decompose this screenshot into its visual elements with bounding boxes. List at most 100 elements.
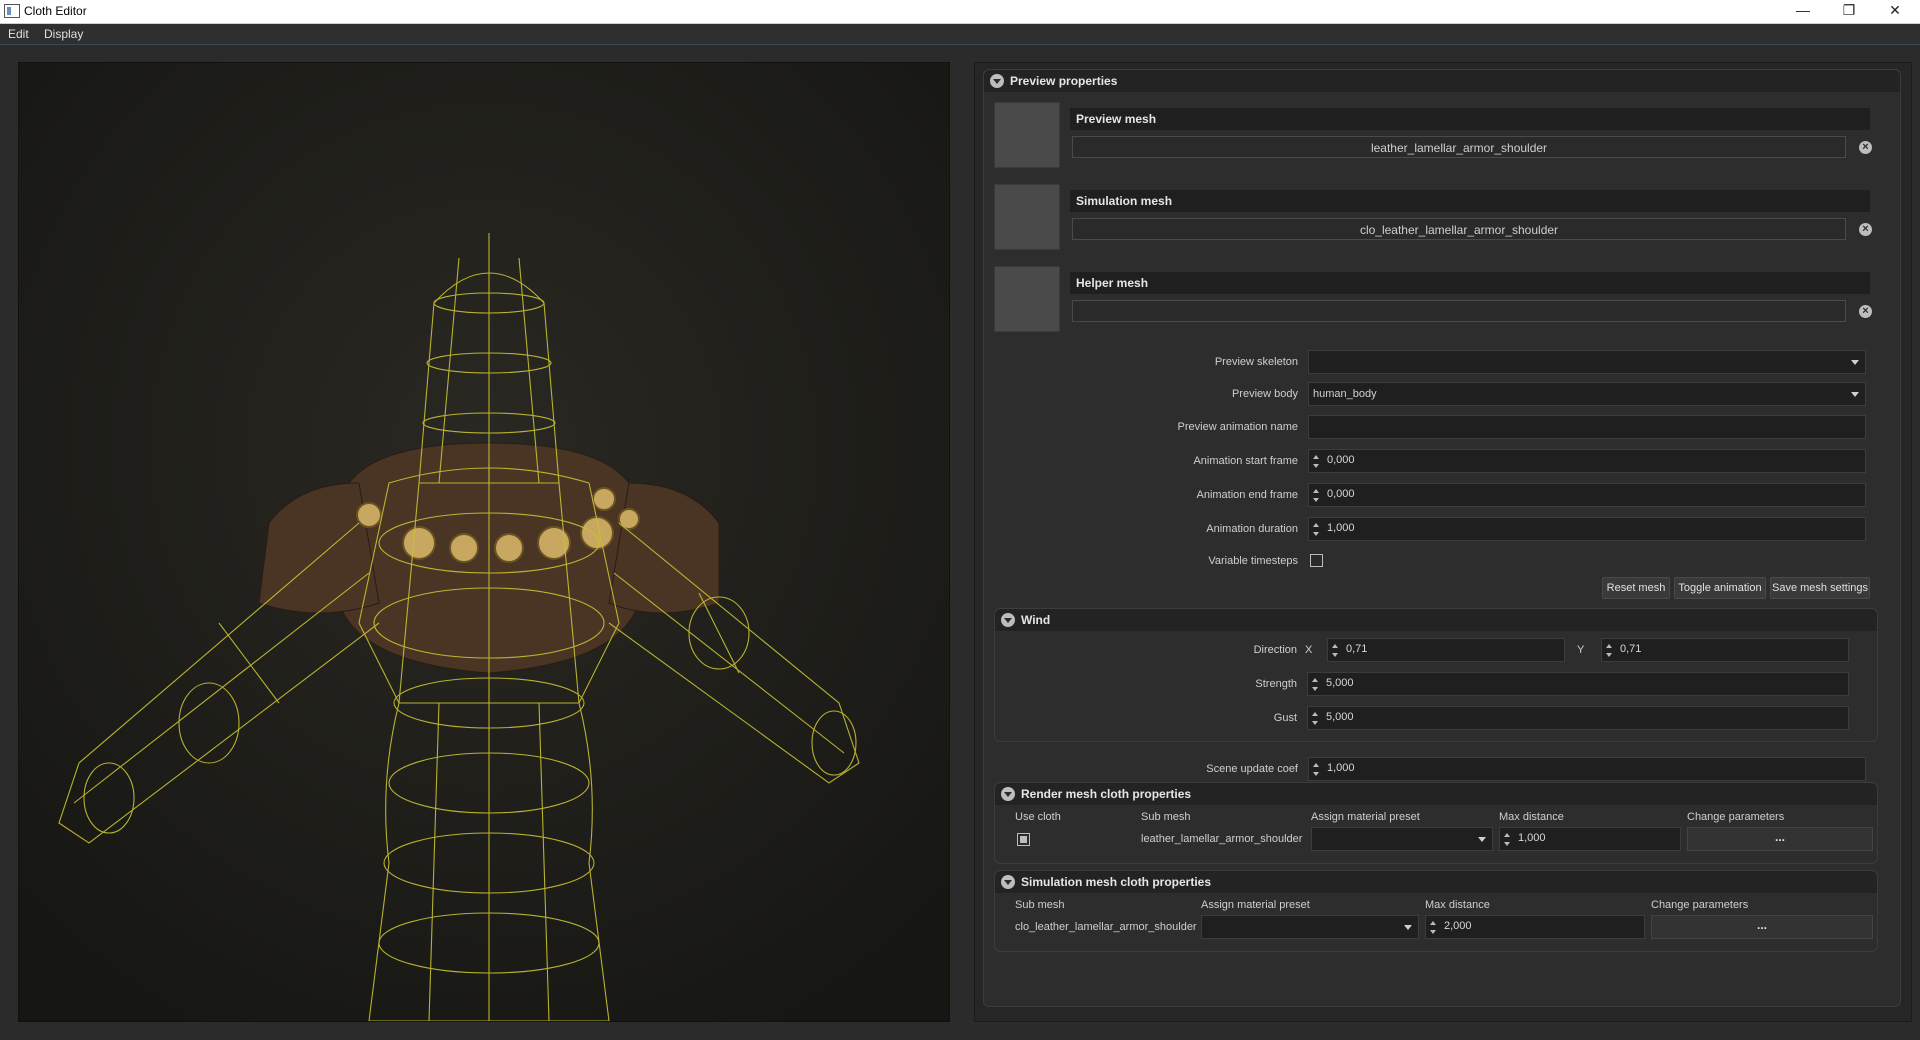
wind-direction-x-spinbox[interactable]: 0,71 bbox=[1327, 638, 1565, 662]
wind-title: Wind bbox=[1021, 613, 1051, 627]
reset-mesh-button[interactable]: Reset mesh bbox=[1602, 577, 1670, 599]
sim-col-max-distance: Max distance bbox=[1425, 899, 1490, 911]
animation-duration-label: Animation duration bbox=[1206, 523, 1298, 535]
sim-max-distance-spinbox[interactable]: 2,000 bbox=[1425, 915, 1645, 939]
simulation-mesh-cloth-title: Simulation mesh cloth properties bbox=[1021, 875, 1212, 889]
menu-bar: Edit Display bbox=[0, 24, 1920, 45]
animation-start-frame-value: 0,000 bbox=[1327, 454, 1355, 466]
3d-viewport[interactable] bbox=[18, 62, 950, 1022]
preview-body-label: Preview body bbox=[1231, 388, 1298, 400]
sim-material-preset-combo[interactable] bbox=[1201, 915, 1419, 939]
preview-properties-title: Preview properties bbox=[1010, 74, 1118, 88]
preview-skeleton-combo[interactable] bbox=[1308, 350, 1866, 374]
scene-update-coef-spinbox[interactable]: 1,000 bbox=[1308, 757, 1866, 781]
wind-group: Wind Direction X 0,71 Y 0,71 Strength 5,… bbox=[994, 608, 1878, 742]
clear-helper-mesh-icon[interactable]: × bbox=[1859, 305, 1872, 318]
simulation-mesh-title: Simulation mesh bbox=[1070, 190, 1870, 212]
wind-direction-x-value: 0,71 bbox=[1346, 643, 1368, 655]
spin-arrows-icon[interactable] bbox=[1313, 487, 1321, 503]
render-change-parameters-button[interactable]: ... bbox=[1687, 827, 1873, 851]
render-max-distance-value: 1,000 bbox=[1518, 832, 1546, 844]
chevron-down-icon[interactable] bbox=[990, 74, 1004, 88]
spin-arrows-icon[interactable] bbox=[1504, 831, 1512, 847]
simulation-mesh-cloth-header[interactable]: Simulation mesh cloth properties bbox=[995, 871, 1877, 893]
col-use-cloth: Use cloth bbox=[1015, 811, 1061, 823]
render-mesh-cloth-header[interactable]: Render mesh cloth properties bbox=[995, 783, 1877, 805]
wind-gust-label: Gust bbox=[1273, 712, 1297, 724]
scene-update-coef-value: 1,000 bbox=[1327, 762, 1355, 774]
title-bar: Cloth Editor — ❐ ✕ bbox=[0, 0, 1920, 24]
spin-arrows-icon[interactable] bbox=[1332, 642, 1340, 658]
chevron-down-icon[interactable] bbox=[1001, 613, 1015, 627]
simulation-mesh-field[interactable]: clo_leather_lamellar_armor_shoulder bbox=[1072, 218, 1846, 240]
sim-col-assign-material-preset: Assign material preset bbox=[1201, 899, 1310, 911]
helper-mesh-field[interactable] bbox=[1072, 300, 1846, 322]
spin-arrows-icon[interactable] bbox=[1312, 676, 1320, 692]
animation-duration-spinbox[interactable]: 1,000 bbox=[1308, 517, 1866, 541]
wind-strength-label: Strength bbox=[1255, 678, 1297, 690]
sim-sub-mesh-name: clo_leather_lamellar_armor_shoulder bbox=[1015, 921, 1197, 933]
wind-gust-value: 5,000 bbox=[1326, 711, 1354, 723]
properties-panel: Preview properties Preview mesh leather_… bbox=[974, 62, 1912, 1022]
render-material-preset-combo[interactable] bbox=[1311, 827, 1493, 851]
render-max-distance-spinbox[interactable]: 1,000 bbox=[1499, 827, 1681, 851]
app-icon bbox=[4, 4, 20, 18]
minimize-button[interactable]: — bbox=[1780, 0, 1826, 23]
preview-animation-name-input[interactable] bbox=[1308, 415, 1866, 439]
wind-direction-y-value: 0,71 bbox=[1620, 643, 1642, 655]
chevron-down-icon[interactable] bbox=[1001, 787, 1015, 801]
animation-end-frame-spinbox[interactable]: 0,000 bbox=[1308, 483, 1866, 507]
simulation-mesh-cloth-group: Simulation mesh cloth properties Sub mes… bbox=[994, 870, 1878, 952]
animation-end-frame-value: 0,000 bbox=[1327, 488, 1355, 500]
spin-arrows-icon[interactable] bbox=[1313, 453, 1321, 469]
preview-properties-header[interactable]: Preview properties bbox=[984, 70, 1900, 92]
restore-button[interactable]: ❐ bbox=[1826, 0, 1872, 23]
spin-arrows-icon[interactable] bbox=[1313, 521, 1321, 537]
col-change-parameters: Change parameters bbox=[1687, 811, 1785, 823]
spin-arrows-icon[interactable] bbox=[1430, 919, 1438, 935]
toggle-animation-button[interactable]: Toggle animation bbox=[1674, 577, 1766, 599]
window-title: Cloth Editor bbox=[24, 4, 87, 18]
wind-x-label: X bbox=[1305, 644, 1313, 656]
sim-col-sub-mesh: Sub mesh bbox=[1015, 899, 1065, 911]
render-mesh-cloth-group: Render mesh cloth properties Use cloth S… bbox=[994, 782, 1878, 864]
preview-animation-name-label: Preview animation name bbox=[1177, 421, 1298, 433]
clear-simulation-mesh-icon[interactable]: × bbox=[1859, 223, 1872, 236]
spin-arrows-icon[interactable] bbox=[1606, 642, 1614, 658]
use-cloth-checkbox[interactable] bbox=[1017, 833, 1030, 846]
animation-start-frame-spinbox[interactable]: 0,000 bbox=[1308, 449, 1866, 473]
wind-direction-y-spinbox[interactable]: 0,71 bbox=[1601, 638, 1849, 662]
spin-arrows-icon[interactable] bbox=[1313, 761, 1321, 777]
helper-mesh-thumbnail bbox=[994, 266, 1060, 332]
col-max-distance: Max distance bbox=[1499, 811, 1564, 823]
scene-update-coef-label: Scene update coef bbox=[1206, 763, 1298, 775]
wind-gust-spinbox[interactable]: 5,000 bbox=[1307, 706, 1849, 730]
clear-preview-mesh-icon[interactable]: × bbox=[1859, 141, 1872, 154]
preview-properties-group: Preview properties Preview mesh leather_… bbox=[983, 69, 1901, 1007]
preview-body-combo[interactable]: human_body bbox=[1308, 382, 1866, 406]
simulation-mesh-thumbnail bbox=[994, 184, 1060, 250]
preview-skeleton-label: Preview skeleton bbox=[1214, 356, 1298, 368]
menu-edit[interactable]: Edit bbox=[8, 27, 29, 41]
col-sub-mesh: Sub mesh bbox=[1141, 811, 1191, 823]
close-button[interactable]: ✕ bbox=[1872, 0, 1918, 23]
preview-mesh-thumbnail bbox=[994, 102, 1060, 168]
spin-arrows-icon[interactable] bbox=[1312, 710, 1320, 726]
sim-change-parameters-button[interactable]: ... bbox=[1651, 915, 1873, 939]
menu-display[interactable]: Display bbox=[44, 27, 83, 41]
wind-direction-label: Direction bbox=[1253, 644, 1297, 656]
animation-start-frame-label: Animation start frame bbox=[1193, 455, 1298, 467]
render-sub-mesh-name: leather_lamellar_armor_shoulder bbox=[1141, 833, 1303, 845]
variable-timesteps-checkbox[interactable] bbox=[1310, 554, 1323, 567]
preview-mesh-field[interactable]: leather_lamellar_armor_shoulder bbox=[1072, 136, 1846, 158]
sim-col-change-parameters: Change parameters bbox=[1651, 899, 1749, 911]
save-mesh-settings-button[interactable]: Save mesh settings bbox=[1770, 577, 1870, 599]
variable-timesteps-label: Variable timesteps bbox=[1208, 555, 1298, 567]
wind-strength-spinbox[interactable]: 5,000 bbox=[1307, 672, 1849, 696]
col-assign-material-preset: Assign material preset bbox=[1311, 811, 1420, 823]
chevron-down-icon[interactable] bbox=[1001, 875, 1015, 889]
wind-header[interactable]: Wind bbox=[995, 609, 1877, 631]
armor-wireframe-preview bbox=[19, 63, 949, 1021]
animation-duration-value: 1,000 bbox=[1327, 522, 1355, 534]
render-mesh-cloth-title: Render mesh cloth properties bbox=[1021, 787, 1192, 801]
